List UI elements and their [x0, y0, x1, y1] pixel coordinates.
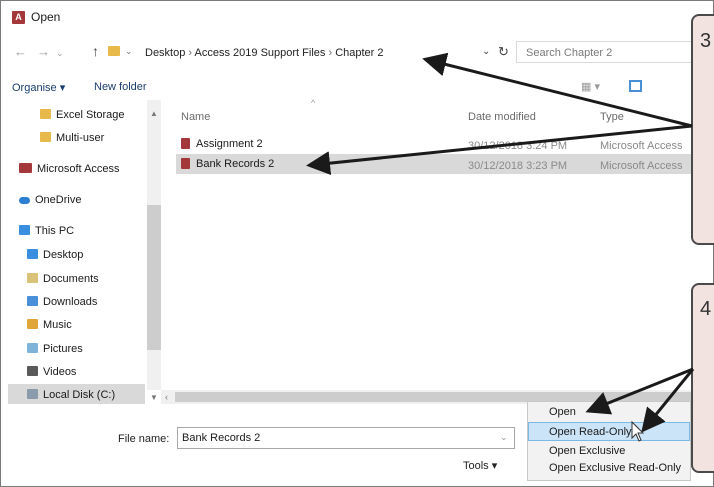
arrow-to-bank-records — [306, 124, 693, 176]
annotation-arrows — [306, 52, 695, 442]
arrow-to-breadcrumb — [422, 52, 693, 128]
mouse-cursor-icon — [631, 420, 645, 442]
